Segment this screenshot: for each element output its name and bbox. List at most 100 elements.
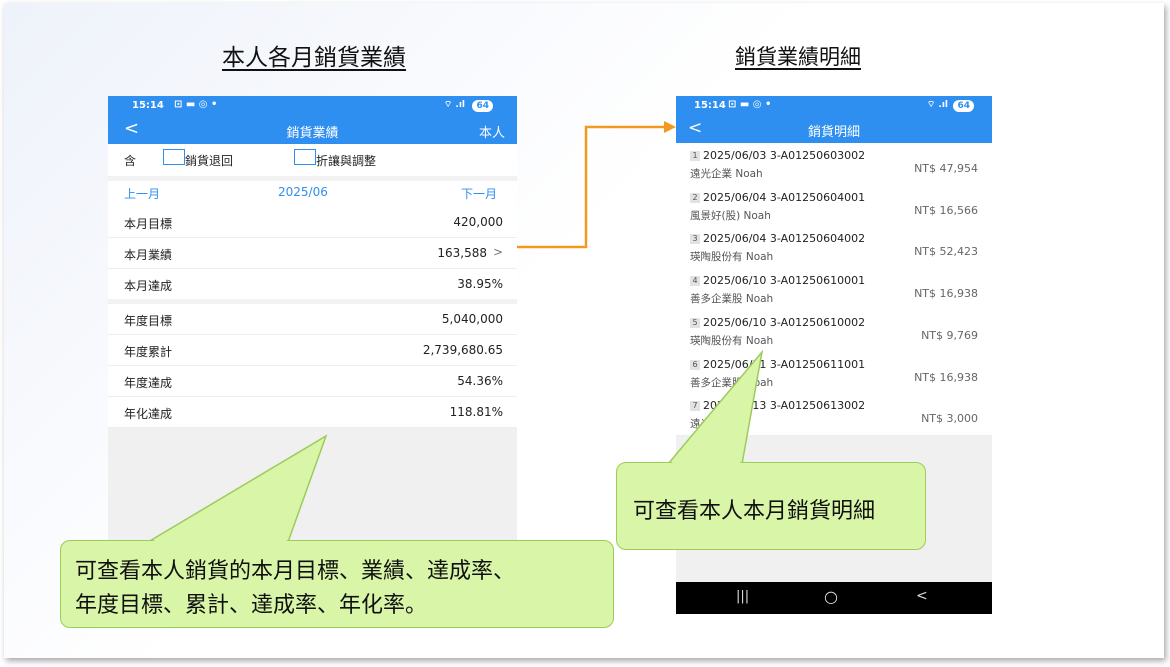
row-label: 本月達成 (124, 279, 173, 293)
callout-text-line2: 年度目標、累計、達成率、年化率。 (75, 593, 428, 618)
list-item[interactable]: 1 2025/06/03 3-A01250603002 遠光企業 Noah NT$ 4… (676, 143, 992, 186)
item-amount: NT$ 47,954 (914, 162, 978, 175)
back-nav-icon[interactable]: < (916, 588, 928, 604)
row-value: 2,739,680.65 (422, 343, 503, 357)
filter-row: 含 銷貨退回 折讓與調整 (108, 144, 517, 177)
item-amount: NT$ 52,423 (914, 245, 978, 259)
status-time: 15:14 (132, 100, 164, 111)
row-label: 本月業績 (124, 248, 173, 262)
discount-checkbox[interactable] (294, 149, 316, 165)
status-icons: ⊡ ▬ ◎ • (728, 99, 772, 110)
item-amount: NT$ 16,566 (914, 203, 978, 217)
prev-month-link[interactable]: 上一月 (124, 185, 160, 202)
chevron-right-icon[interactable]: > (493, 245, 503, 259)
battery-badge: 64 (472, 100, 493, 112)
list-item[interactable]: 4 2025/06/10 3-A01250610001 善多企業股 Noah NT$ … (676, 268, 992, 312)
recent-apps-icon[interactable]: ||| (736, 589, 749, 604)
item-number: 5 (690, 317, 700, 328)
item-date: 2025/06/10 (703, 274, 767, 288)
page-title: 銷貨業績 (286, 126, 339, 141)
left-phone-screen: 15:14 ⊡ ▬ ◎ • ⌔ .ıl 64 < 銷貨業績 本人 含 銷貨退回 … (108, 96, 517, 610)
item-header: 5 2025/06/10 3-A01250610002 (690, 316, 865, 329)
row-value: 38.95% (457, 277, 503, 291)
item-number: 3 (690, 234, 700, 245)
wifi-signal-icon: ⌔ .ıl (443, 100, 465, 110)
yearly-target-row: 年度目標 5,040,000 (108, 304, 517, 335)
list-item[interactable]: 7 2025/06/13 3-A01250613002 遠光 Noah NT$ 3,0… (676, 393, 992, 437)
monthly-target-row: 本月目標 420,000 (108, 207, 517, 238)
item-doc-no: 3-A01250603002 (769, 149, 866, 162)
item-customer: 善多企業股 Noah (690, 293, 774, 306)
page-title: 銷貨明細 (807, 125, 860, 140)
item-date: 2025/06/10 (703, 315, 767, 329)
row-value: 5,040,000 (441, 312, 503, 326)
item-number: 7 (690, 401, 700, 412)
item-customer: 遠光 Noah (690, 418, 742, 431)
list-item[interactable]: 3 2025/06/04 3-A01250604002 瑛陶股份有 Noah NT$ … (676, 226, 992, 270)
month-nav: 上一月 2025/06 下一月 (108, 181, 517, 208)
item-header: 2 2025/06/04 3-A01250604001 (690, 191, 865, 204)
row-label: 年度累計 (124, 345, 173, 359)
item-amount: NT$ 16,938 (914, 370, 978, 384)
item-amount: NT$ 3,000 (921, 412, 978, 426)
callout-text-line1: 可查看本人銷貨的本月目標、業績、達成率、 (75, 559, 516, 584)
item-doc-no: 3-A01250604001 (769, 190, 866, 204)
callout-text: 可查看本人本月銷貨明細 (633, 499, 876, 524)
item-doc-no: 3-A01250604002 (769, 232, 866, 246)
item-amount: NT$ 16,938 (914, 287, 978, 301)
item-customer: 風景好(股) Noah (690, 209, 771, 222)
app-bar: < 銷貨業績 本人 (108, 116, 517, 144)
returns-label: 銷貨退回 (185, 154, 234, 168)
item-date: 2025/06/03 (703, 149, 767, 162)
wifi-signal-icon: ⌔ .ıl (926, 100, 948, 110)
include-label: 含 (124, 154, 137, 168)
status-icons: ⊡ ▬ ◎ • (174, 99, 218, 110)
item-header: 7 2025/06/13 3-A01250613002 (690, 399, 865, 412)
item-date: 2025/06/11 (703, 357, 767, 371)
item-customer: 善多企業股 Noah (690, 376, 774, 389)
item-header: 3 2025/06/04 3-A01250604002 (690, 232, 865, 245)
item-doc-no: 3-A01250610001 (769, 274, 866, 288)
left-heading: 本人各月銷貨業績 (222, 45, 406, 71)
row-value: 54.36% (457, 374, 503, 388)
row-value: 163,588 (437, 246, 487, 260)
home-icon[interactable]: ○ (824, 587, 838, 606)
row-value: 420,000 (453, 215, 503, 229)
item-customer: 瑛陶股份有 Noah (690, 334, 774, 347)
list-item[interactable]: 2 2025/06/04 3-A01250604001 風景好(股) Noah NT$… (676, 184, 992, 228)
row-label: 年度目標 (124, 314, 173, 328)
callout-left: 可查看本人銷貨的本月目標、業績、達成率、 年度目標、累計、達成率、年化率。 (60, 540, 614, 628)
item-header: 6 2025/06/11 3-A01250611001 (690, 358, 865, 371)
sales-detail-list: 1 2025/06/03 3-A01250603002 遠光企業 Noah NT$ 4… (676, 143, 992, 437)
monthly-achievement-row: 本月達成 38.95% (108, 269, 517, 300)
item-header: 4 2025/06/10 3-A01250610001 (690, 274, 865, 287)
battery-badge: 64 (953, 100, 974, 112)
item-header: 1 2025/06/03 3-A01250603002 (690, 149, 865, 162)
right-heading: 銷貨業績明細 (735, 45, 861, 69)
discount-label: 折讓與調整 (316, 154, 377, 168)
current-month: 2025/06 (278, 185, 328, 199)
app-bar: < 銷貨明細 (676, 116, 992, 143)
scope-selector[interactable]: 本人 (479, 122, 505, 141)
yearly-cumulative-row: 年度累計 2,739,680.65 (108, 335, 517, 366)
status-bar: 15:14 ⊡ ▬ ◎ • ⌔ .ıl 64 (676, 96, 992, 116)
item-customer: 遠光企業 Noah (690, 168, 763, 180)
item-number: 1 (690, 151, 700, 161)
item-doc-no: 3-A01250613002 (769, 399, 866, 413)
item-number: 4 (690, 276, 700, 287)
yearly-achievement-row: 年度達成 54.36% (108, 366, 517, 397)
status-bar: 15:14 ⊡ ▬ ◎ • ⌔ .ıl 64 (108, 96, 517, 116)
nav-bar: ||| ○ < (676, 582, 992, 614)
item-date: 2025/06/04 (703, 232, 767, 246)
item-amount: NT$ 9,769 (921, 328, 978, 342)
annualized-achievement-row: 年化達成 118.81% (108, 397, 517, 428)
row-label: 年化達成 (124, 407, 173, 421)
status-time: 15:14 (694, 100, 726, 111)
monthly-sales-row[interactable]: 本月業績 163,588 > (108, 238, 517, 269)
item-date: 2025/06/04 (703, 190, 767, 204)
list-item[interactable]: 6 2025/06/11 3-A01250611001 善多企業股 Noah NT$ … (676, 351, 992, 395)
returns-checkbox[interactable] (163, 149, 185, 165)
list-item[interactable]: 5 2025/06/10 3-A01250610002 瑛陶股份有 Noah NT$ … (676, 309, 992, 353)
next-month-link[interactable]: 下一月 (461, 185, 497, 202)
row-value: 118.81% (449, 405, 503, 419)
